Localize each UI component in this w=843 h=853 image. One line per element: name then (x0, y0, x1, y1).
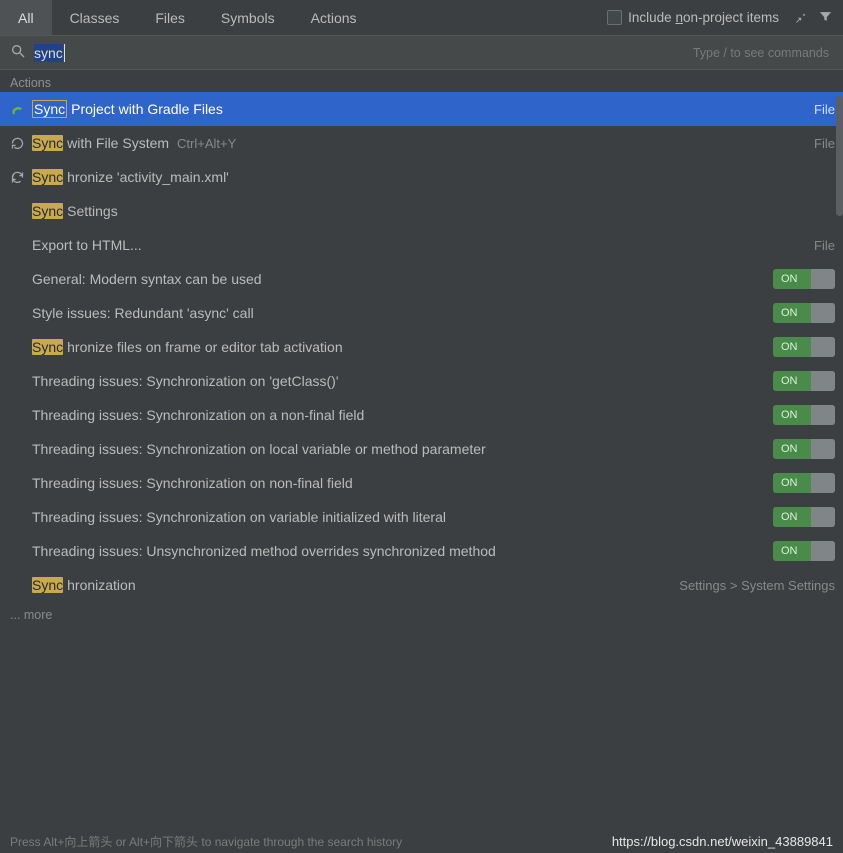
toggle-on[interactable]: ON (773, 405, 835, 425)
include-non-project-checkbox[interactable]: Include non-project items (607, 10, 779, 25)
tab-symbols[interactable]: Symbols (203, 0, 293, 35)
result-context: Settings > System Settings (679, 578, 835, 593)
search-icon (10, 43, 26, 62)
result-label: General: Modern syntax can be used (32, 271, 767, 287)
section-header: Actions (0, 70, 843, 92)
result-label: Synchronization (32, 577, 673, 593)
toggle-on[interactable]: ON (773, 541, 835, 561)
pin-icon[interactable] (793, 9, 808, 27)
toggle-on[interactable]: ON (773, 439, 835, 459)
search-hint: Type / to see commands (693, 46, 833, 60)
toggle-on[interactable]: ON (773, 371, 835, 391)
search-row: sync Type / to see commands (0, 36, 843, 70)
result-row[interactable]: Threading issues: Unsynchronized method … (0, 534, 843, 568)
result-label: Sync with File SystemCtrl+Alt+Y (32, 135, 808, 151)
result-row[interactable]: Export to HTML... File (0, 228, 843, 262)
result-label: Sync Project with Gradle Files (32, 100, 808, 118)
results-list: Sync Project with Gradle FilesFileSync w… (0, 92, 843, 602)
result-label: Export to HTML... (32, 237, 808, 253)
toggle-on[interactable]: ON (773, 507, 835, 527)
result-row[interactable]: Threading issues: Synchronization on non… (0, 466, 843, 500)
result-row[interactable]: Synchronize 'activity_main.xml' (0, 160, 843, 194)
result-label: Sync Settings (32, 203, 835, 219)
toggle-on[interactable]: ON (773, 303, 835, 323)
toggle-on[interactable]: ON (773, 269, 835, 289)
footer-hint: Press Alt+向上箭头 or Alt+向下箭头 to navigate t… (10, 833, 402, 850)
result-row[interactable]: Sync Project with Gradle Files File (0, 92, 843, 126)
search-tabs: AllClassesFilesSymbolsActions Include no… (0, 0, 843, 36)
scrollbar-thumb[interactable] (836, 96, 843, 216)
tab-classes[interactable]: Classes (52, 0, 138, 35)
toggle-on[interactable]: ON (773, 337, 835, 357)
footer-url: https://blog.csdn.net/weixin_43889841 (612, 834, 833, 849)
footer: Press Alt+向上箭头 or Alt+向下箭头 to navigate t… (0, 829, 843, 853)
result-label: Threading issues: Synchronization on var… (32, 509, 767, 525)
search-input[interactable]: sync (34, 36, 685, 69)
tab-actions[interactable]: Actions (293, 0, 375, 35)
result-label: Threading issues: Synchronization on loc… (32, 441, 767, 457)
include-np-label: Include (628, 10, 675, 25)
result-label: Synchronize 'activity_main.xml' (32, 169, 835, 185)
result-row[interactable]: Threading issues: Synchronization on a n… (0, 398, 843, 432)
tab-all[interactable]: All (0, 0, 52, 35)
result-label: Threading issues: Synchronization on non… (32, 475, 767, 491)
result-row[interactable]: Threading issues: Synchronization on 'ge… (0, 364, 843, 398)
result-row[interactable]: Style issues: Redundant 'async' call ON (0, 296, 843, 330)
shortcut-label: Ctrl+Alt+Y (177, 136, 236, 151)
result-label: Threading issues: Synchronization on a n… (32, 407, 767, 423)
result-context: File (814, 102, 835, 117)
refresh-icon (8, 170, 26, 185)
toggle-on[interactable]: ON (773, 473, 835, 493)
result-row[interactable]: Synchronization Settings > System Setting… (0, 568, 843, 602)
result-label: Threading issues: Unsynchronized method … (32, 543, 767, 559)
result-context: File (814, 136, 835, 151)
result-row[interactable]: Threading issues: Synchronization on var… (0, 500, 843, 534)
result-context: File (814, 238, 835, 253)
result-row[interactable]: Synchronize files on frame or editor tab… (0, 330, 843, 364)
more-link[interactable]: ... more (0, 602, 843, 628)
result-row[interactable]: General: Modern syntax can be used ON (0, 262, 843, 296)
result-label: Threading issues: Synchronization on 'ge… (32, 373, 767, 389)
reload-icon (8, 136, 26, 151)
tab-files[interactable]: Files (137, 0, 203, 35)
result-row[interactable]: Threading issues: Synchronization on loc… (0, 432, 843, 466)
result-label: Synchronize files on frame or editor tab… (32, 339, 767, 355)
filter-icon[interactable] (818, 9, 833, 27)
result-label: Style issues: Redundant 'async' call (32, 305, 767, 321)
gradle-icon (8, 102, 26, 117)
result-row[interactable]: Sync Settings (0, 194, 843, 228)
result-row[interactable]: Sync with File SystemCtrl+Alt+Y File (0, 126, 843, 160)
